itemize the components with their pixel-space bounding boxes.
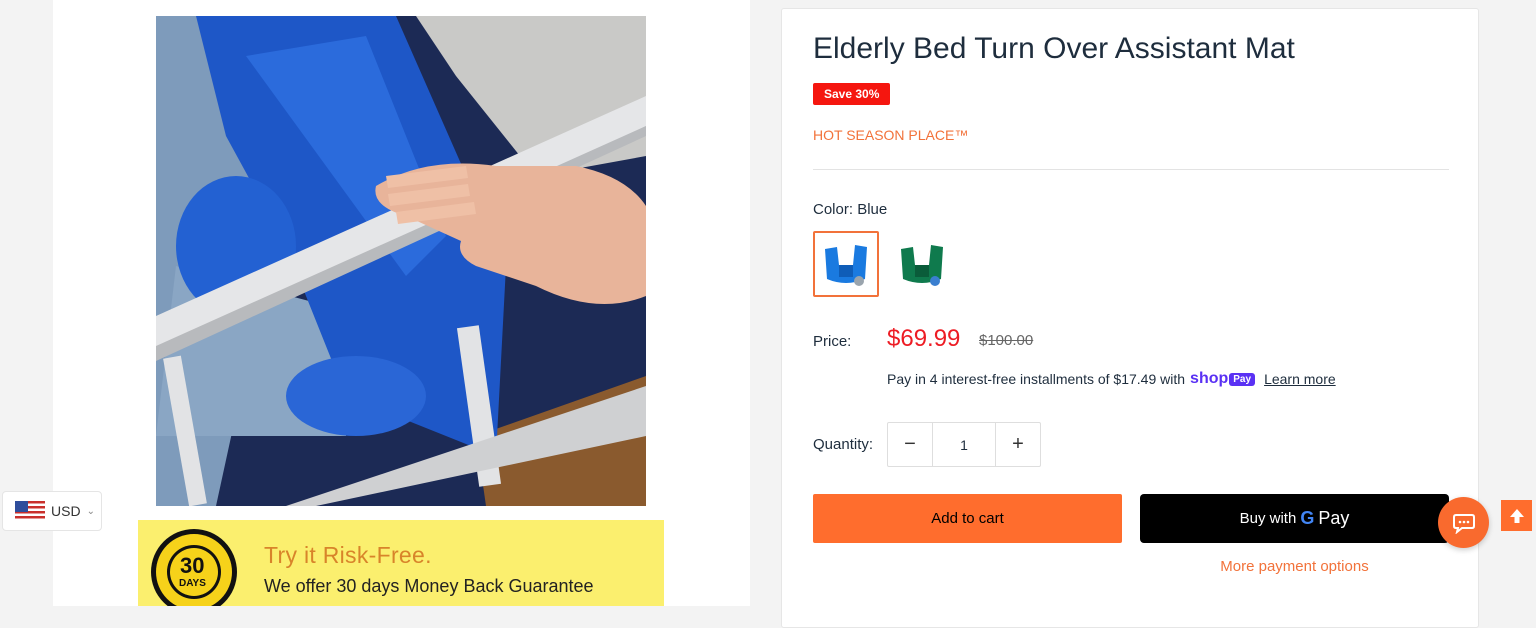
- chevron-down-icon: ⌄: [86, 505, 95, 517]
- product-image[interactable]: [156, 16, 646, 506]
- swatch-blue[interactable]: [813, 231, 879, 297]
- currency-code: USD: [51, 503, 81, 519]
- price-label: Price:: [813, 333, 852, 350]
- shop-pay-logo-icon: shop: [1190, 370, 1229, 387]
- quantity-input[interactable]: 1: [932, 423, 996, 466]
- sale-badge: Save 30%: [813, 83, 891, 105]
- add-to-cart-button[interactable]: Add to cart: [813, 494, 1122, 543]
- green-mat-thumbnail: [901, 245, 943, 286]
- gpay-prefix: Buy with: [1239, 510, 1297, 527]
- scroll-to-top-button[interactable]: [1501, 500, 1532, 531]
- seal-number: 30: [180, 553, 205, 578]
- google-g-icon: G: [1300, 508, 1315, 528]
- quantity-decrease-button[interactable]: −: [888, 423, 932, 466]
- chat-button[interactable]: [1438, 497, 1489, 548]
- vendor-link[interactable]: HOT SEASON PLACE™: [813, 127, 968, 143]
- seal-days: DAYS: [179, 578, 206, 589]
- color-label: Color: Blue: [813, 201, 888, 218]
- shop-pay-pill: Pay: [1229, 372, 1256, 386]
- more-payment-options-link[interactable]: More payment options: [1140, 558, 1449, 575]
- selected-color: Blue: [857, 201, 888, 218]
- quantity-increase-button[interactable]: +: [996, 423, 1040, 466]
- learn-more-link[interactable]: Learn more: [1264, 371, 1336, 387]
- guarantee-subtitle: We offer 30 days Money Back Guarantee: [264, 576, 594, 596]
- product-title: Elderly Bed Turn Over Assistant Mat: [813, 32, 1295, 65]
- quantity-stepper: − 1 +: [887, 422, 1041, 467]
- swatch-green[interactable]: [889, 231, 955, 297]
- installments-message: Pay in 4 interest-free installments of $…: [887, 370, 1336, 388]
- guarantee-banner: 30 DAYS Try it Risk-Free. We offer 30 da…: [138, 520, 664, 606]
- arrow-up-icon: [1509, 508, 1524, 523]
- buy-with-gpay-button[interactable]: Buy with G Pay: [1140, 494, 1449, 543]
- sale-price: $69.99: [887, 325, 961, 352]
- compare-at-price: $100.00: [979, 332, 1034, 349]
- quantity-label: Quantity:: [813, 436, 874, 453]
- gpay-pay-word: Pay: [1318, 508, 1350, 528]
- divider: [813, 169, 1449, 170]
- currency-selector[interactable]: USD ⌄: [2, 491, 102, 531]
- chat-icon: [1452, 513, 1475, 534]
- product-info-panel: Elderly Bed Turn Over Assistant Mat Save…: [781, 8, 1479, 628]
- us-flag-icon: [15, 501, 45, 521]
- blue-mat-thumbnail: [825, 245, 867, 286]
- guarantee-title: Try it Risk-Free.: [264, 542, 432, 568]
- installments-text: Pay in 4 interest-free installments of $…: [887, 371, 1186, 387]
